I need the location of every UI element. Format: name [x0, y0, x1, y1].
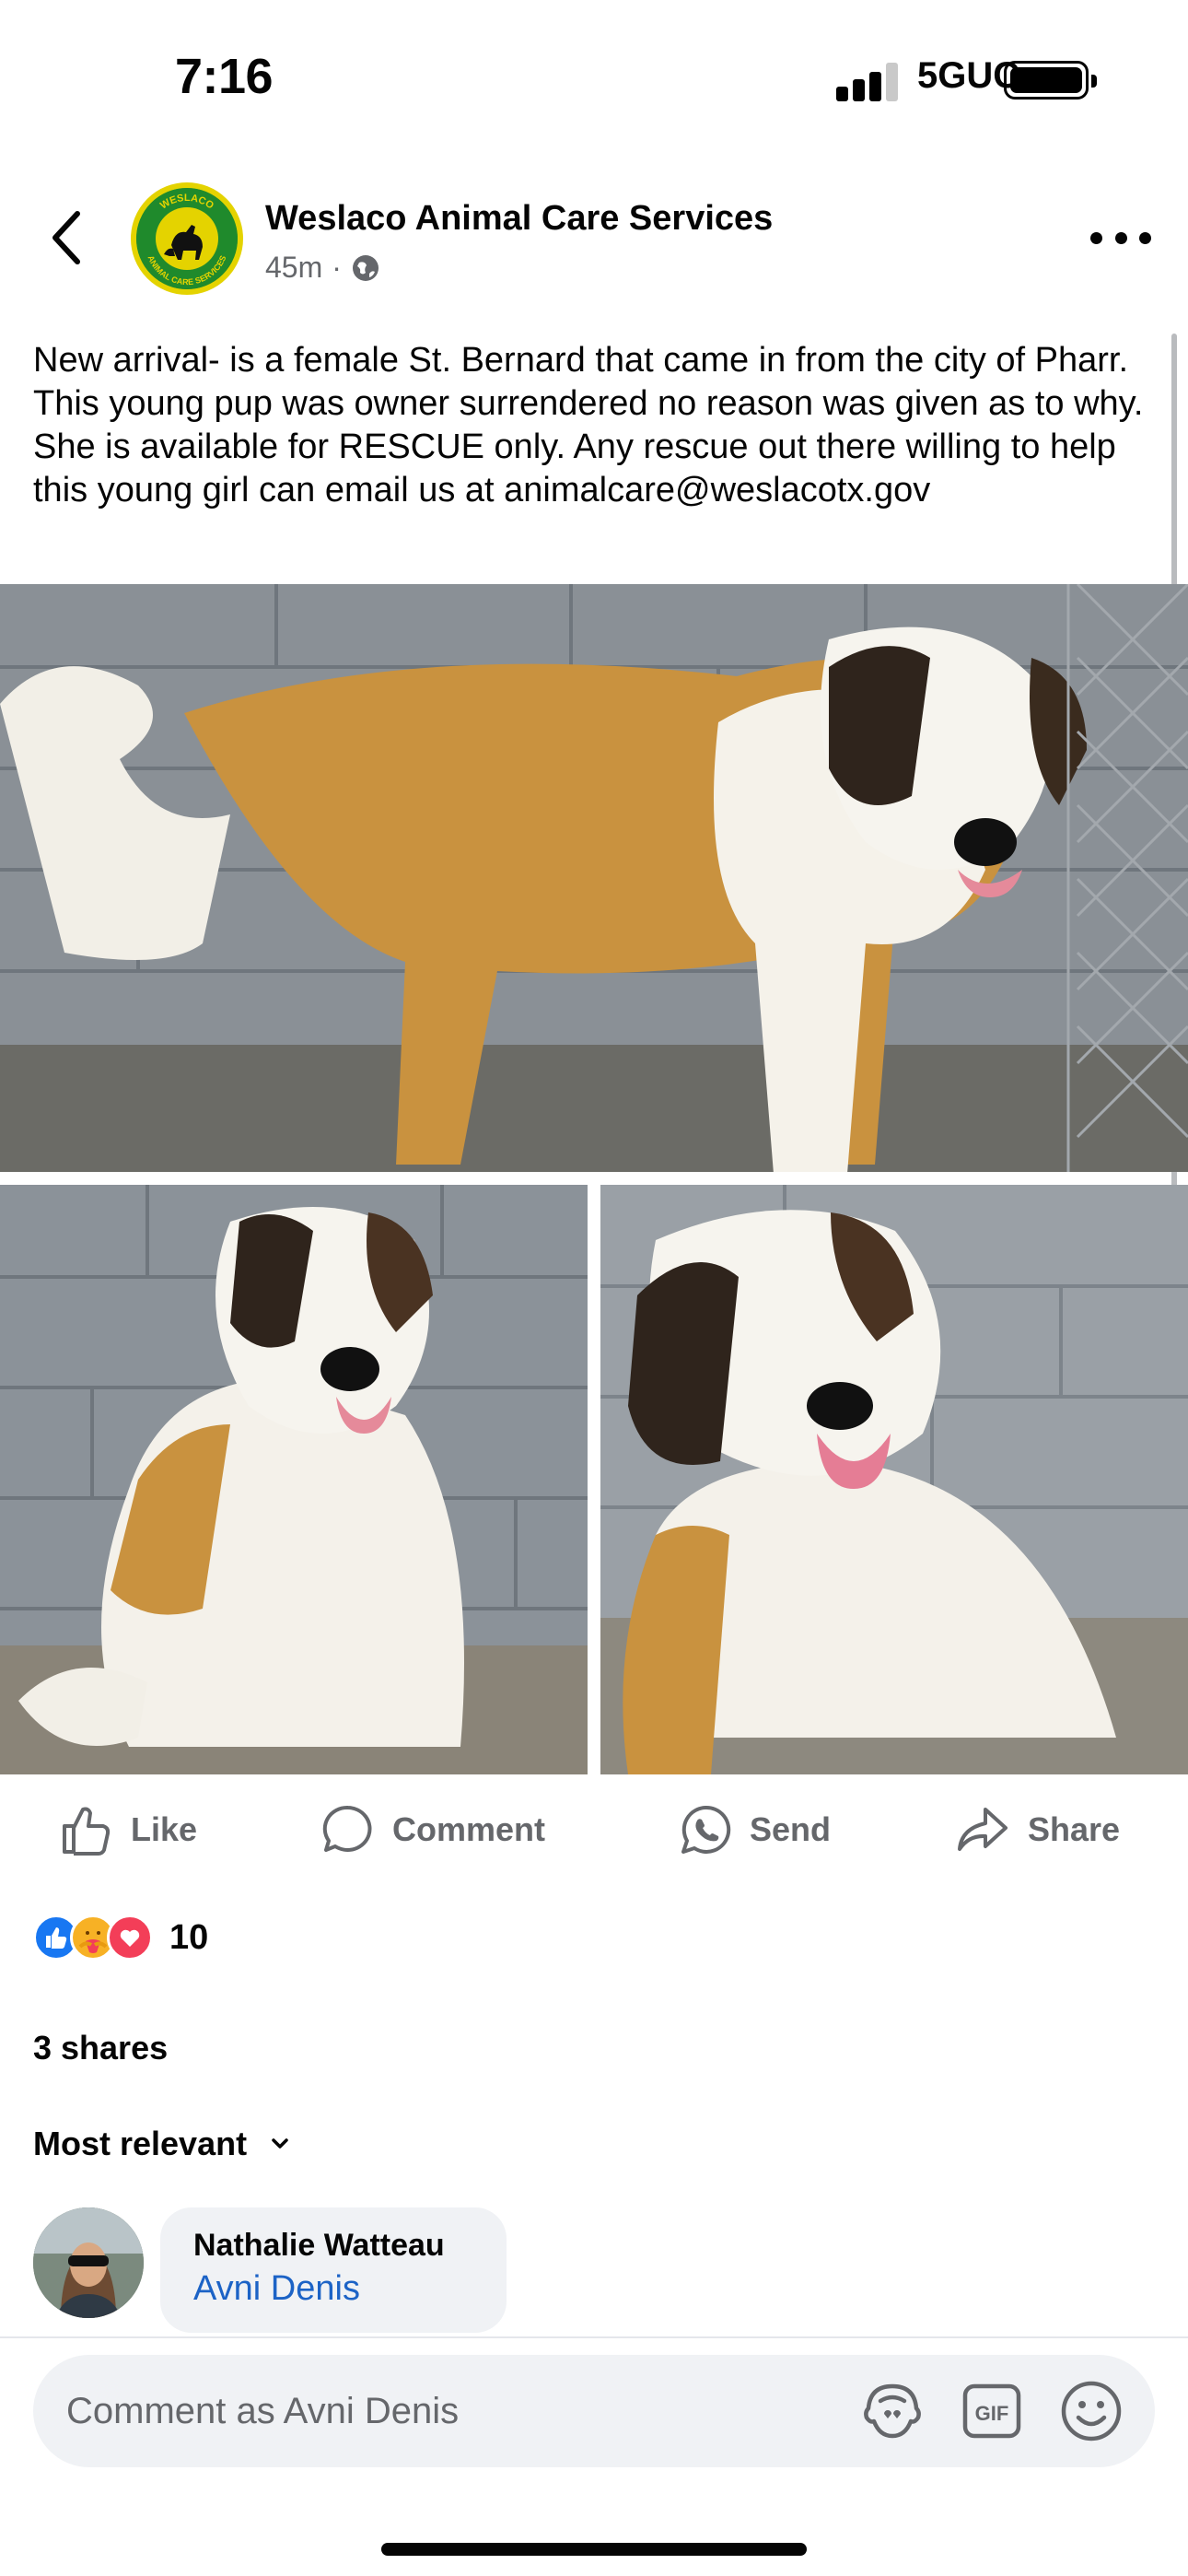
more-options-button[interactable] [1090, 221, 1151, 254]
dot-icon [1139, 231, 1151, 244]
smiley-icon [1061, 2381, 1122, 2441]
post-text: New arrival- is a female St. Bernard tha… [33, 341, 1144, 509]
thumbs-up-icon [63, 1807, 111, 1856]
comment-sort-dropdown[interactable]: Most relevant [33, 2125, 289, 2163]
meta-separator: · [332, 251, 342, 284]
sort-label: Most relevant [33, 2125, 248, 2162]
dog-standing-image [0, 584, 1188, 1172]
page-name[interactable]: Weslaco Animal Care Services [265, 199, 773, 239]
globe-icon [352, 254, 379, 281]
share-count[interactable]: 3 shares [33, 2029, 168, 2067]
send-button[interactable]: Send [678, 1793, 831, 1867]
post-actions: Like Comment Send Share [0, 1793, 1188, 1867]
chevron-down-icon [272, 2138, 288, 2149]
share-icon [958, 1808, 1007, 1851]
home-indicator[interactable] [381, 2543, 807, 2556]
dot-icon [1114, 231, 1127, 244]
post-meta: 45m · [265, 251, 380, 285]
comment-button[interactable]: Comment [320, 1793, 545, 1867]
dog-closeup-image [600, 1185, 1188, 1774]
like-button[interactable]: Like [59, 1793, 197, 1867]
whatsapp-icon [681, 1805, 731, 1854]
svg-text:GIF: GIF [975, 2402, 1009, 2425]
composer-divider [0, 2336, 1188, 2338]
comment-input[interactable] [66, 2355, 803, 2467]
page-avatar[interactable]: WESLACO ANIMAL CARE SERVICES [131, 182, 243, 295]
reaction-count: 10 [169, 1917, 209, 1957]
like-label: Like [131, 1810, 198, 1848]
comment-icon [322, 1805, 372, 1852]
status-time: 7:16 [175, 49, 274, 104]
gif-icon: GIF [962, 2383, 1021, 2439]
comment-mention[interactable]: Avni Denis [193, 2269, 473, 2309]
comment-author[interactable]: Nathalie Watteau [193, 2228, 473, 2264]
comment-bubble[interactable]: Nathalie Watteau Avni Denis [160, 2207, 507, 2333]
page-logo: WESLACO ANIMAL CARE SERVICES [136, 188, 238, 289]
commenter-avatar[interactable] [33, 2207, 144, 2318]
send-label: Send [750, 1810, 832, 1848]
back-button[interactable] [41, 205, 92, 271]
post-photo-right[interactable] [600, 1185, 1188, 1774]
signal-icon [836, 61, 899, 101]
emoji-button[interactable] [1057, 2377, 1125, 2445]
share-label: Share [1028, 1810, 1121, 1848]
dog-sitting-image [0, 1185, 588, 1774]
avatar-sticker-icon [864, 2383, 921, 2439]
chevron-left-icon [52, 211, 80, 264]
reaction-summary[interactable]: 10 [33, 1914, 208, 1961]
comment-label: Comment [392, 1810, 546, 1848]
comment-composer: GIF [33, 2355, 1155, 2467]
post-timestamp[interactable]: 45m [265, 251, 322, 285]
battery-icon [1004, 61, 1097, 100]
love-icon [107, 1914, 153, 1961]
share-button[interactable]: Share [954, 1793, 1120, 1867]
dot-icon [1090, 231, 1102, 244]
avatar-photo [33, 2207, 144, 2318]
gif-button[interactable]: GIF [958, 2377, 1026, 2445]
post-photo-main[interactable] [0, 584, 1188, 1172]
avatar-sticker-button[interactable] [858, 2377, 926, 2445]
post-photo-left[interactable] [0, 1185, 588, 1774]
